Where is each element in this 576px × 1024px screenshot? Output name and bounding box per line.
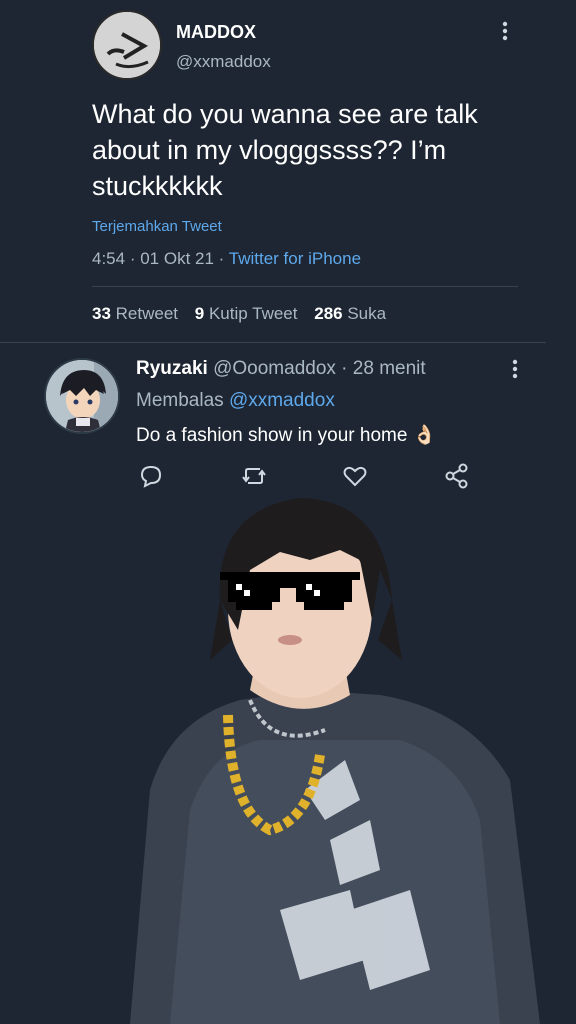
- divider: [0, 342, 546, 343]
- tweet-text: What do you wanna see are talk about in …: [92, 99, 478, 201]
- replying-prefix: Membalas: [136, 390, 224, 411]
- reply-text: Do a fashion show in your home 👌🏻: [136, 425, 437, 446]
- meta-separator: ·: [129, 249, 141, 268]
- retweet-icon[interactable]: [240, 462, 268, 490]
- tweet-source[interactable]: Twitter for iPhone: [229, 249, 361, 268]
- like-label[interactable]: Suka: [347, 304, 386, 323]
- tweet-time: 4:54: [92, 249, 126, 268]
- quote-count[interactable]: 9: [195, 304, 204, 323]
- replying-to-handle[interactable]: @xxmaddox: [229, 390, 335, 411]
- tweet-date: 01 Okt 21: [140, 249, 214, 268]
- reply-avatar[interactable]: [44, 358, 120, 434]
- reply-header: Ryuzaki @Ooomaddox · 28 menit: [136, 358, 426, 380]
- retweet-count[interactable]: 33: [92, 304, 111, 323]
- reply-time: 28 menit: [352, 358, 426, 379]
- meta-separator: ·: [341, 358, 348, 379]
- divider: [92, 286, 518, 287]
- author-handle[interactable]: @xxmaddox: [176, 52, 271, 72]
- author-avatar[interactable]: [92, 10, 162, 80]
- heart-icon[interactable]: [341, 462, 369, 490]
- reply-actions: [0, 462, 576, 490]
- reply-author-name[interactable]: Ryuzaki: [136, 358, 208, 379]
- retweet-label[interactable]: Retweet: [116, 304, 178, 323]
- reply-author-handle[interactable]: @Ooomaddox: [213, 358, 336, 379]
- author-name[interactable]: MADDOX: [176, 22, 256, 43]
- tweet-meta: 4:54 · 01 Okt 21 · Twitter for iPhone: [92, 249, 361, 269]
- tweet-stats: 33 Retweet 9 Kutip Tweet 286 Suka: [92, 304, 386, 324]
- quote-label[interactable]: Kutip Tweet: [209, 304, 298, 323]
- translate-tweet-link[interactable]: Terjemahkan Tweet: [92, 218, 222, 235]
- more-vertical-icon[interactable]: [510, 358, 520, 384]
- meta-separator: ·: [218, 249, 229, 268]
- sticker-photo: [110, 490, 550, 1024]
- replying-to: Membalas @xxmaddox: [136, 390, 335, 412]
- like-count[interactable]: 286: [314, 304, 342, 323]
- more-vertical-icon[interactable]: [500, 20, 510, 46]
- share-icon[interactable]: [443, 462, 471, 490]
- comment-icon[interactable]: [137, 462, 165, 490]
